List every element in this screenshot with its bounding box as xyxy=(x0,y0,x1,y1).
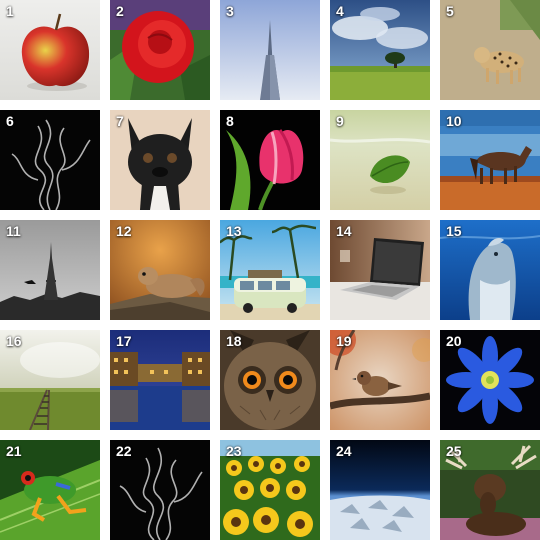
tile-number: 22 xyxy=(116,443,132,459)
image-tile-24[interactable]: 24 xyxy=(330,440,430,540)
tile-number: 19 xyxy=(336,333,352,349)
tile-number: 13 xyxy=(226,223,242,239)
image-tile-17[interactable]: 17 xyxy=(110,330,210,430)
tile-number: 14 xyxy=(336,223,352,239)
image-tile-8[interactable]: 8 xyxy=(220,110,320,210)
image-tile-7[interactable]: 7 xyxy=(110,110,210,210)
image-tile-10[interactable]: 10 xyxy=(440,110,540,210)
smoke-icon xyxy=(0,110,100,210)
tile-number: 16 xyxy=(6,333,22,349)
tile-number: 10 xyxy=(446,113,462,129)
image-tile-14[interactable]: 14 xyxy=(330,220,430,320)
tile-number: 4 xyxy=(336,3,344,19)
apple-icon xyxy=(0,0,100,100)
tile-number: 3 xyxy=(226,3,234,19)
leaf-on-sand-icon xyxy=(330,110,430,210)
tile-number: 17 xyxy=(116,333,132,349)
image-grid: 1 2 3 4 5 6 7 8 9 10 11 12 13 14 15 16 1… xyxy=(0,0,540,540)
leopard-icon xyxy=(440,0,540,100)
image-tile-1[interactable]: 1 xyxy=(0,0,100,100)
image-tile-12[interactable]: 12 xyxy=(110,220,210,320)
image-tile-4[interactable]: 4 xyxy=(330,0,430,100)
tile-number: 11 xyxy=(6,223,21,239)
lone-tree-icon xyxy=(330,0,430,100)
tile-number: 18 xyxy=(226,333,242,349)
tile-number: 5 xyxy=(446,3,454,19)
image-tile-16[interactable]: 16 xyxy=(0,330,100,430)
tile-number: 7 xyxy=(116,113,124,129)
image-tile-9[interactable]: 9 xyxy=(330,110,430,210)
image-tile-21[interactable]: 21 xyxy=(0,440,100,540)
tile-number: 23 xyxy=(226,443,242,459)
rose-icon xyxy=(110,0,210,100)
image-tile-6[interactable]: 6 xyxy=(0,110,100,210)
image-tile-18[interactable]: 18 xyxy=(220,330,320,430)
tile-number: 9 xyxy=(336,113,344,129)
tile-number: 1 xyxy=(6,3,14,19)
tile-number: 24 xyxy=(336,443,352,459)
tile-number: 8 xyxy=(226,113,234,129)
tile-number: 2 xyxy=(116,3,124,19)
french-bulldog-icon xyxy=(110,110,210,210)
tile-number: 12 xyxy=(116,223,132,239)
tulip-icon xyxy=(220,110,320,210)
tile-number: 25 xyxy=(446,443,462,459)
image-tile-11[interactable]: 11 xyxy=(0,220,100,320)
image-tile-15[interactable]: 15 xyxy=(440,220,540,320)
image-tile-5[interactable]: 5 xyxy=(440,0,540,100)
image-tile-13[interactable]: 13 xyxy=(220,220,320,320)
skyscraper-icon xyxy=(220,0,320,100)
image-tile-2[interactable]: 2 xyxy=(110,0,210,100)
tile-number: 15 xyxy=(446,223,462,239)
image-tile-3[interactable]: 3 xyxy=(220,0,320,100)
tile-number: 21 xyxy=(6,443,22,459)
tile-number: 20 xyxy=(446,333,462,349)
tile-number: 6 xyxy=(6,113,14,129)
image-tile-20[interactable]: 20 xyxy=(440,330,540,430)
image-tile-25[interactable]: 25 xyxy=(440,440,540,540)
image-tile-22[interactable]: 22 xyxy=(110,440,210,540)
image-tile-23[interactable]: 23 xyxy=(220,440,320,540)
image-tile-19[interactable]: 19 xyxy=(330,330,430,430)
